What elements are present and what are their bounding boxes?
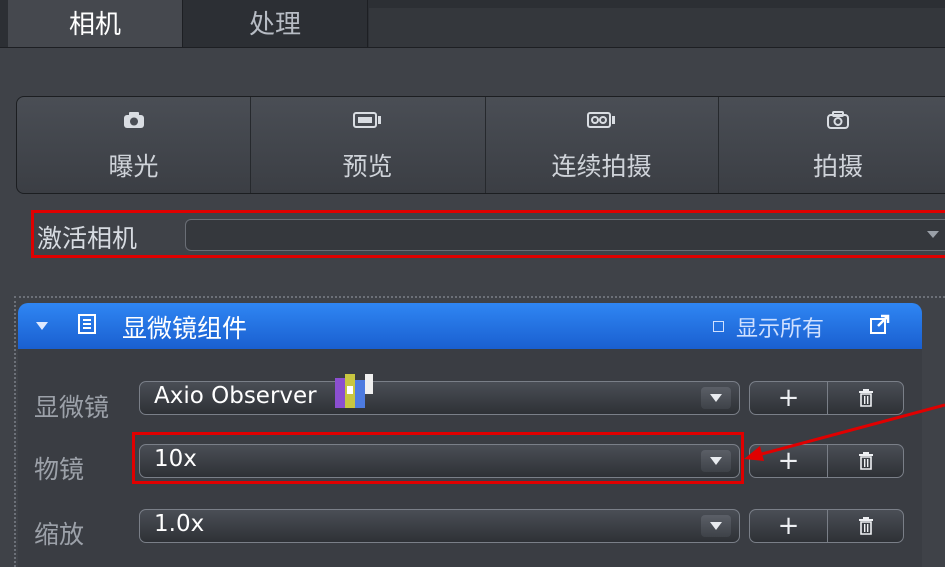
- tab-camera[interactable]: 相机: [8, 0, 183, 47]
- acquisition-toolbar: 曝光 预览 连续拍摄 拍摄: [16, 96, 945, 194]
- active-camera-select[interactable]: [185, 219, 945, 251]
- chevron-down-icon: [927, 231, 939, 238]
- zoom-select[interactable]: 1.0x: [139, 509, 740, 543]
- objective-label: 物镜: [34, 455, 85, 484]
- external-window-icon[interactable]: [869, 313, 891, 335]
- chevron-down-icon[interactable]: [701, 515, 731, 537]
- snap-camera-icon: [826, 109, 850, 131]
- microscope-select[interactable]: Axio Observer: [139, 381, 740, 415]
- render-artifact-glitch: [335, 374, 373, 408]
- show-all-checkbox[interactable]: [713, 321, 724, 332]
- show-all-label[interactable]: 显示所有: [736, 311, 824, 343]
- snap-button[interactable]: 拍摄: [718, 97, 945, 193]
- objective-actions: +: [749, 444, 904, 478]
- continuous-capture-button[interactable]: 连续拍摄: [485, 97, 719, 193]
- snap-label: 拍摄: [812, 152, 863, 181]
- preview-button[interactable]: 预览: [250, 97, 486, 193]
- microscope-component-icon: [78, 314, 96, 334]
- section-border-left: [14, 296, 16, 567]
- trash-icon: [858, 389, 873, 407]
- active-camera-label: 激活相机: [37, 224, 138, 253]
- microscope-label: 显微镜: [34, 393, 110, 422]
- zoom-actions: +: [749, 509, 904, 543]
- objective-highlight: [132, 432, 744, 484]
- zoom-value: 1.0x: [154, 511, 205, 537]
- tab-bar-fill: [369, 8, 945, 47]
- microscope-actions: +: [749, 381, 904, 415]
- section-divider: [14, 296, 945, 298]
- add-objective-button[interactable]: +: [750, 445, 828, 477]
- trash-icon: [858, 452, 873, 470]
- panel-title: 显微镜组件: [122, 314, 248, 343]
- panel-header[interactable]: 显微镜组件 显示所有: [18, 303, 922, 349]
- chevron-down-icon[interactable]: [701, 387, 731, 409]
- active-camera-row: 激活相机: [31, 210, 945, 258]
- add-zoom-button[interactable]: +: [750, 510, 828, 542]
- microscope-value: Axio Observer: [154, 383, 317, 409]
- trash-icon: [858, 517, 873, 535]
- exposure-button[interactable]: 曝光: [17, 97, 251, 193]
- exposure-label: 曝光: [108, 152, 159, 181]
- continuous-video-icon: [586, 109, 617, 131]
- tab-bar: 相机 处理: [0, 0, 945, 48]
- video-preview-icon: [352, 109, 383, 131]
- tab-camera-label: 相机: [68, 10, 121, 40]
- zoom-label: 缩放: [34, 520, 85, 549]
- add-microscope-button[interactable]: +: [750, 382, 828, 414]
- preview-label: 预览: [342, 152, 393, 181]
- continuous-capture-label: 连续拍摄: [551, 152, 652, 181]
- delete-zoom-button[interactable]: [828, 510, 903, 542]
- collapse-chevron-icon[interactable]: [36, 322, 48, 330]
- camera-icon: [122, 109, 146, 131]
- delete-objective-button[interactable]: [828, 445, 903, 477]
- tab-processing-label: 处理: [248, 10, 301, 40]
- delete-microscope-button[interactable]: [828, 382, 903, 414]
- tab-processing[interactable]: 处理: [183, 0, 368, 47]
